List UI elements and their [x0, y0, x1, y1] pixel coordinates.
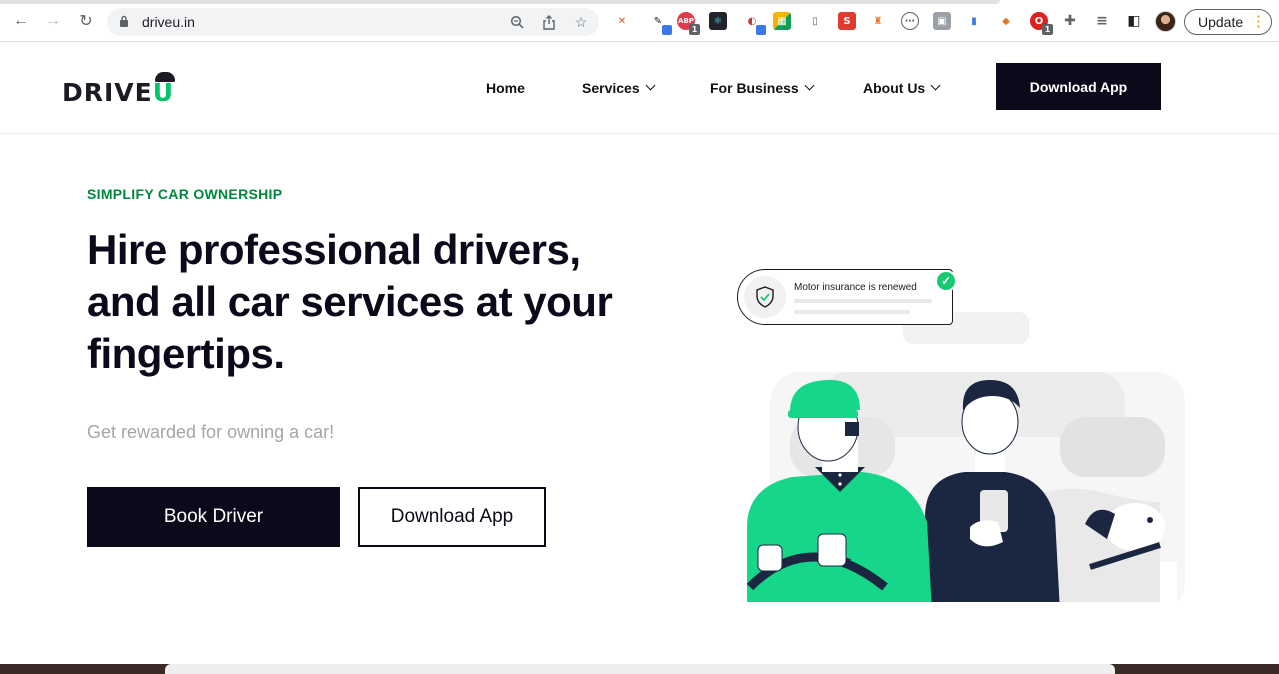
- hero-eyebrow: SIMPLIFY CAR OWNERSHIP: [87, 186, 283, 202]
- screenshot-extension-icon[interactable]: ▣: [933, 12, 951, 30]
- update-button[interactable]: Update · · ·: [1184, 9, 1272, 35]
- seo-extension-icon[interactable]: S: [838, 12, 856, 30]
- media-control-icon[interactable]: ≡: [1093, 12, 1111, 30]
- nav-home[interactable]: Home: [486, 42, 525, 134]
- profile-avatar[interactable]: [1155, 11, 1176, 32]
- forward-arrow-icon[interactable]: →: [43, 11, 63, 31]
- nav-services[interactable]: Services: [582, 42, 656, 134]
- nav-for-business-label: For Business: [710, 80, 799, 96]
- hero-headline-line-1: Hire professional drivers,: [87, 226, 581, 273]
- reload-icon[interactable]: ↻: [76, 11, 96, 31]
- logo-wordmark: DRIVE U: [62, 72, 175, 110]
- book-driver-button[interactable]: Book Driver: [87, 487, 340, 547]
- phone-extension-icon[interactable]: ▯: [806, 12, 824, 30]
- eyedropper-extension-icon[interactable]: ✎: [649, 12, 672, 35]
- shield-check-icon: [744, 276, 786, 318]
- update-label: Update: [1198, 14, 1244, 30]
- loom-extension-icon[interactable]: ⋯: [901, 12, 919, 30]
- next-section-edge: [0, 664, 1279, 674]
- nav-home-label: Home: [486, 80, 525, 96]
- tab-strip-edge: [0, 0, 1000, 4]
- notification-card: Motor insurance is renewed: [737, 269, 953, 325]
- bookmark-star-icon[interactable]: ☆: [572, 13, 590, 31]
- notification-text: Motor insurance is renewed: [794, 282, 917, 293]
- hero-download-app-button[interactable]: Download App: [358, 487, 546, 547]
- url-text: driveu.in: [142, 14, 195, 30]
- chevron-down-icon: [645, 80, 656, 90]
- hero-subline: Get rewarded for owning a car!: [87, 422, 335, 442]
- notification-placeholder-line: [794, 310, 910, 314]
- adblock-extension-icon[interactable]: ABP 1: [677, 12, 700, 35]
- pencil-x-extension-icon[interactable]: ✕: [613, 12, 631, 30]
- nav-about-us-label: About Us: [863, 80, 926, 96]
- driveu-logo[interactable]: DRIVE U: [62, 70, 175, 110]
- nav-about-us[interactable]: About Us: [863, 42, 941, 134]
- metamask-extension-icon[interactable]: ◆: [997, 12, 1015, 30]
- site-header: DRIVE U Home Services For Business About …: [0, 42, 1279, 134]
- nav-for-business[interactable]: For Business: [710, 42, 815, 134]
- success-check-icon: ✓: [935, 270, 957, 292]
- lock-icon: [120, 15, 128, 27]
- notification-placeholder-line: [794, 299, 932, 303]
- chevron-down-icon: [804, 80, 815, 90]
- address-bar[interactable]: driveu.in ☆: [107, 8, 599, 36]
- grid-extension-icon[interactable]: ▦: [773, 12, 791, 30]
- side-panel-icon[interactable]: ◧: [1125, 12, 1143, 30]
- back-arrow-icon[interactable]: ←: [11, 11, 31, 31]
- hero-headline-line-3: fingertips.: [87, 330, 285, 377]
- hero-headline: Hire professional drivers, and all car s…: [87, 224, 687, 380]
- mobile-view-extension-icon[interactable]: ▮: [965, 12, 983, 30]
- zoom-icon[interactable]: [508, 13, 526, 31]
- colorzilla-extension-icon[interactable]: ◐: [743, 12, 766, 35]
- opera-extension-icon[interactable]: O1: [1030, 12, 1053, 35]
- nav-services-label: Services: [582, 80, 640, 96]
- share-icon[interactable]: [540, 13, 558, 31]
- hacker-extension-icon[interactable]: ♜: [869, 12, 887, 30]
- browser-toolbar: ← → ↻ driveu.in ☆ ✕ ✎ ABP 1 ⚛ ◐ ▦ ▯ S ♜ ⋯…: [0, 0, 1279, 42]
- react-devtools-icon[interactable]: ⚛: [709, 12, 727, 30]
- hero-headline-line-2: and all car services at your: [87, 278, 613, 325]
- chevron-down-icon: [930, 80, 941, 90]
- kebab-menu-icon: · · ·: [1256, 9, 1261, 34]
- header-download-app-button[interactable]: Download App: [996, 63, 1161, 110]
- puzzle-extensions-icon[interactable]: ✚: [1061, 12, 1079, 30]
